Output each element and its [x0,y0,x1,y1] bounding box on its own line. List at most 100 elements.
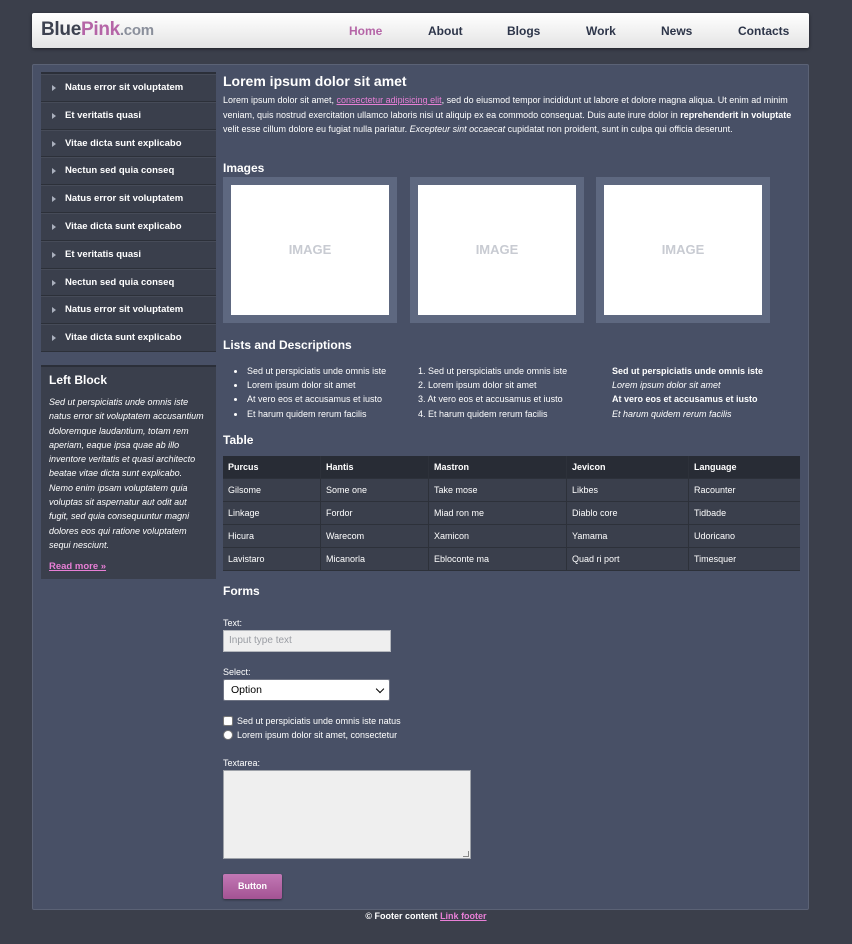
select-value: Option [231,684,262,696]
nav-about[interactable]: About [428,24,463,38]
table-cell: Lavistaro [228,554,265,564]
table-cell: Gilsome [228,485,262,495]
checkbox-row[interactable]: Sed ut perspiciatis unde omnis iste natu… [223,716,401,726]
table-cell: Racounter [688,479,800,501]
column-header: Purcus [228,462,259,472]
site-logo[interactable]: BluePink.com [41,19,154,41]
list-item: 2. Lorem ipsum dolor sit amet [418,380,537,391]
option-select[interactable]: Option [223,679,390,701]
image-frame: IMAGE [223,177,397,323]
sidebar-menu: Natus error sit voluptatem Et veritatis … [41,72,216,352]
description-list: Sed ut perspiciatis unde omnis iste Lore… [612,364,763,421]
table-cell: Udoricano [688,525,800,547]
header-bar: BluePink.com Home About Blogs Work News … [32,13,809,48]
forms-heading: Forms [223,584,260,598]
list-item: 3. At vero eos et accusamus et iusto [418,394,563,405]
textarea-field[interactable] [223,770,471,859]
image-placeholder: IMAGE [604,185,762,315]
description-term: Sed ut perspiciatis unde omnis iste [612,366,764,376]
text-input[interactable]: Input type text [223,630,391,652]
sidebar-item[interactable]: Natus error sit voluptatem [41,74,216,102]
table-cell: Linkage [228,508,260,518]
intro-italic-text: Excepteur sint occaecat [409,124,506,135]
column-header: Mastron [428,456,566,478]
sidebar-item[interactable]: Vitae dicta sunt explicabo [41,324,216,352]
ordered-list: 1. Sed ut perspiciatis unde omnis iste 2… [412,364,567,421]
read-more-link[interactable]: Read more » [49,561,106,572]
intro-bold-text: reprehenderit in voluptate [680,109,792,120]
resize-grip-icon[interactable] [463,851,469,857]
radio-button[interactable] [223,730,233,740]
image-placeholder: IMAGE [231,185,389,315]
table-heading: Table [223,433,254,447]
nav-home[interactable]: Home [349,24,382,38]
unordered-list: Sed ut perspiciatis unde omnis iste Lore… [223,364,386,421]
footer-text: © Footer content [365,911,441,921]
text-field-label: Text: [223,618,243,628]
table-cell: Hicura [228,531,255,541]
footer-link[interactable]: Link footer [440,911,487,921]
table-cell: Micanorla [320,548,428,570]
table-row: Gilsome Some one Take mose Likbes Racoun… [223,479,800,502]
intro-text: velit esse cillum dolore eu fugiat nulla… [223,124,410,135]
sidebar-item[interactable]: Et veritatis quasi [41,240,216,269]
image-frame: IMAGE [410,177,584,323]
left-block-text: Sed ut perspiciatis unde omnis iste natu… [49,397,204,550]
column-header: Hantis [320,456,428,478]
sidebar-item[interactable]: Vitae dicta sunt explicabo [41,212,216,241]
table-cell: Ebloconte ma [428,548,566,570]
footer: © Footer content Link footer [0,911,852,921]
sidebar-item[interactable]: Natus error sit voluptatem [41,185,216,213]
radio-label: Lorem ipsum dolor sit amet, consectetur [237,730,398,740]
left-block: Left Block Sed ut perspiciatis unde omni… [41,365,216,579]
logo-blue-text: Blue [41,19,81,40]
column-header: Jevicon [566,456,688,478]
sidebar-item[interactable]: Nectun sed quia conseq [41,157,216,186]
nav-news[interactable]: News [661,24,692,38]
sidebar-item[interactable]: Natus error sit voluptatem [41,296,216,325]
description-detail: Lorem ipsum dolor sit amet [612,380,721,391]
checkbox[interactable] [223,716,233,726]
image-placeholder: IMAGE [418,185,576,315]
lists-heading: Lists and Descriptions [223,338,352,352]
table-cell: Timesquer [688,548,800,570]
table-row: Hicura Warecom Xamicon Yamama Udoricano [223,525,800,548]
list-item: 4. Et harum quidem rerum facilis [418,408,548,419]
list-item: At vero eos et accusamus et iusto [223,392,386,406]
main-content: Lorem ipsum dolor sit amet Lorem ipsum d… [223,73,801,899]
list-item: Et harum quidem rerum facilis [223,407,386,421]
submit-button[interactable]: Button [223,874,282,899]
sidebar-item[interactable]: Vitae dicta sunt explicabo [41,129,216,158]
intro-text: Lorem ipsum dolor sit amet, [223,95,337,105]
table-cell: Some one [320,479,428,501]
page-title: Lorem ipsum dolor sit amet [223,73,407,89]
intro-link[interactable]: consectetur adipisicing elit [337,95,442,105]
table-cell: Fordor [320,502,428,524]
images-heading: Images [223,161,265,175]
list-item: 1. Sed ut perspiciatis unde omnis iste [418,366,568,376]
logo-pink-text: Pink [80,19,120,40]
table-cell: Miad ron me [428,502,566,524]
description-detail: Et harum quidem rerum facilis [612,408,732,419]
description-term: At vero eos et accusamus et iusto [612,394,758,405]
sidebar-item[interactable]: Et veritatis quasi [41,101,216,130]
nav-blogs[interactable]: Blogs [507,24,540,38]
table-cell: Take mose [428,479,566,501]
table-cell: Diablo core [566,502,688,524]
column-header: Language [688,456,800,478]
data-table: Purcus Hantis Mastron Jevicon Language G… [223,456,800,571]
logo-domain-text: .com [119,22,154,39]
table-cell: Warecom [320,525,428,547]
intro-paragraph: Lorem ipsum dolor sit amet, consectetur … [223,93,801,137]
table-header-row: Purcus Hantis Mastron Jevicon Language [223,456,800,479]
table-cell: Likbes [566,479,688,501]
image-frame: IMAGE [596,177,770,323]
list-item: Sed ut perspiciatis unde omnis iste [223,364,386,378]
table-row: Lavistaro Micanorla Ebloconte ma Quad ri… [223,548,800,571]
nav-contacts[interactable]: Contacts [738,24,789,38]
nav-work[interactable]: Work [586,24,616,38]
table-cell: Tidbade [688,502,800,524]
list-item: Lorem ipsum dolor sit amet [223,378,386,392]
radio-row[interactable]: Lorem ipsum dolor sit amet, consectetur [223,730,397,740]
sidebar-item[interactable]: Nectun sed quia conseq [41,268,216,297]
